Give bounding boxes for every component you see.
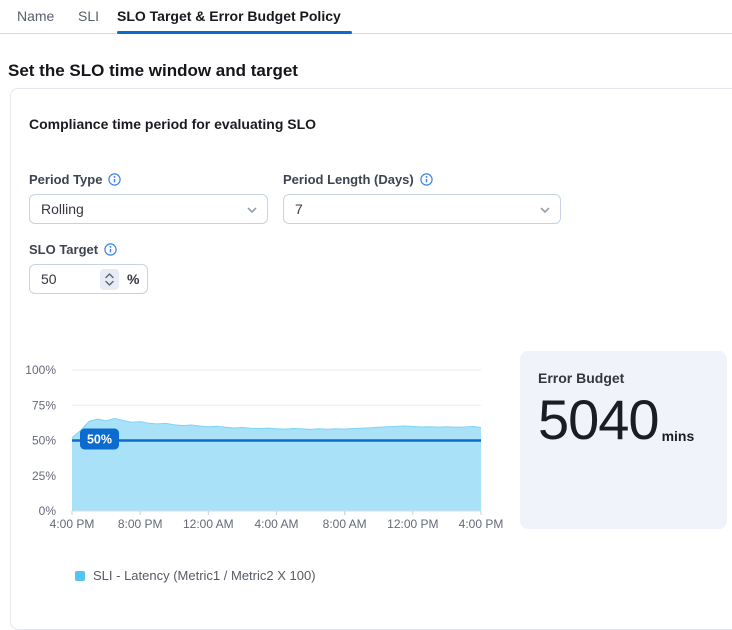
slo-target-label-text: SLO Target	[29, 242, 98, 257]
legend-swatch	[75, 571, 85, 581]
period-length-label-text: Period Length (Days)	[283, 172, 414, 187]
tabbar-divider	[0, 33, 732, 34]
period-type-value: Rolling	[41, 201, 84, 217]
svg-text:4:00 PM: 4:00 PM	[50, 517, 95, 531]
svg-text:75%: 75%	[32, 398, 56, 412]
svg-text:12:00 AM: 12:00 AM	[183, 517, 234, 531]
period-length-value: 7	[295, 201, 303, 217]
chevron-down-icon	[246, 204, 258, 216]
compliance-section-title: Compliance time period for evaluating SL…	[29, 116, 316, 132]
chevron-down-icon	[539, 204, 551, 216]
svg-text:4:00 AM: 4:00 AM	[254, 517, 298, 531]
tab-name[interactable]: Name	[17, 8, 54, 25]
tab-slo-target-error-budget-policy[interactable]: SLO Target & Error Budget Policy	[117, 8, 341, 25]
info-icon[interactable]	[104, 243, 117, 256]
legend-label: SLI - Latency (Metric1 / Metric2 X 100)	[93, 568, 316, 583]
period-type-select[interactable]: Rolling	[29, 194, 268, 224]
error-budget-panel: Error Budget 5040 mins	[520, 351, 727, 529]
svg-text:12:00 PM: 12:00 PM	[387, 517, 438, 531]
period-length-select[interactable]: 7	[283, 194, 561, 224]
info-icon[interactable]	[420, 173, 433, 186]
svg-text:50%: 50%	[87, 433, 112, 447]
period-length-label: Period Length (Days)	[283, 172, 433, 187]
svg-text:8:00 AM: 8:00 AM	[323, 517, 367, 531]
chevron-up-icon	[105, 273, 114, 279]
svg-text:50%: 50%	[32, 434, 56, 448]
form-steps-tabs: Name SLI SLO Target & Error Budget Polic…	[0, 0, 732, 34]
tab-sli[interactable]: SLI	[78, 8, 99, 25]
slo-target-value: 50	[41, 271, 57, 287]
svg-text:25%: 25%	[32, 469, 56, 483]
info-icon[interactable]	[108, 173, 121, 186]
page-title: Set the SLO time window and target	[8, 61, 298, 81]
chart-legend-item[interactable]: SLI - Latency (Metric1 / Metric2 X 100)	[75, 568, 316, 583]
error-budget-title: Error Budget	[538, 370, 709, 386]
active-tab-underline	[117, 31, 352, 34]
period-type-label: Period Type	[29, 172, 121, 187]
percent-unit: %	[127, 271, 139, 287]
error-budget-unit: mins	[662, 428, 695, 444]
slo-target-label: SLO Target	[29, 242, 117, 257]
error-budget-value: 5040	[538, 392, 659, 448]
slo-preview-chart: 0% 25% 50% 75% 100% 4:00 PM 8:00 PM 12:00 AM 4:0…	[25, 362, 525, 537]
svg-text:100%: 100%	[25, 363, 56, 377]
period-type-label-text: Period Type	[29, 172, 102, 187]
slo-target-input[interactable]: 50 %	[29, 264, 148, 294]
chevron-down-icon	[105, 280, 114, 286]
svg-text:0%: 0%	[39, 504, 57, 518]
svg-text:4:00 PM: 4:00 PM	[459, 517, 504, 531]
number-stepper[interactable]	[100, 269, 119, 290]
svg-text:8:00 PM: 8:00 PM	[118, 517, 163, 531]
